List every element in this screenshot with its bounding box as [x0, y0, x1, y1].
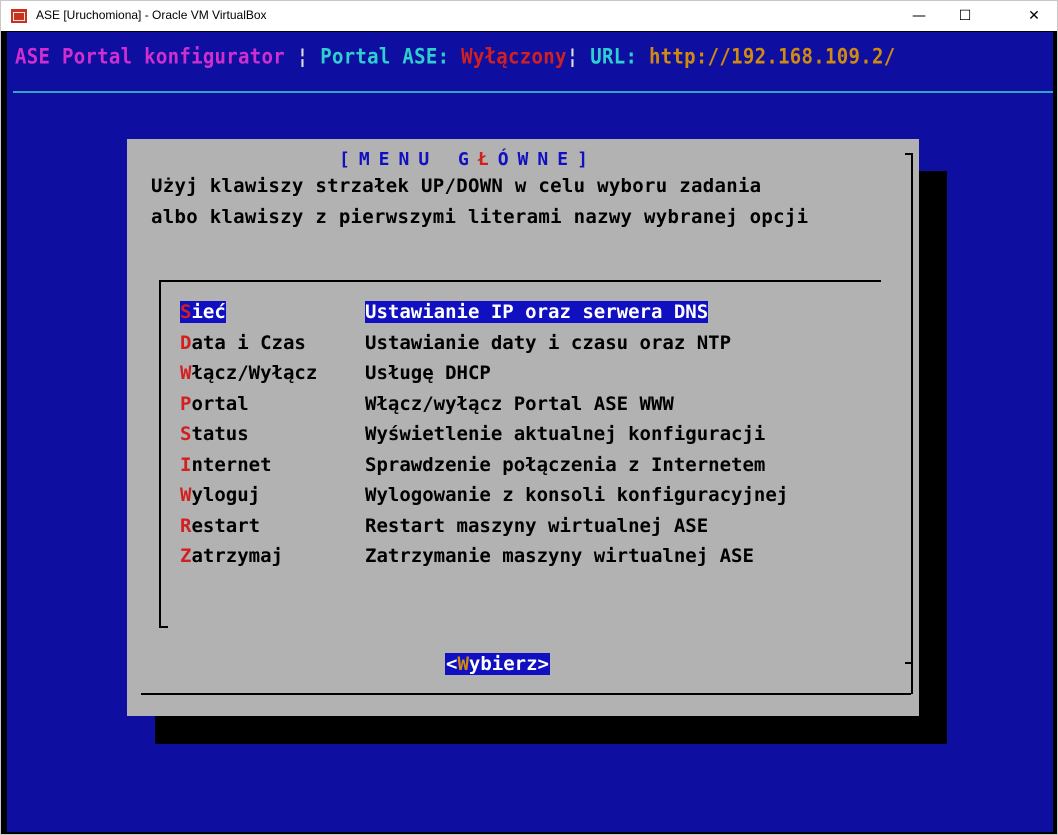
menu-item-description: Usługę DHCP	[365, 362, 491, 384]
url-label: URL:	[590, 45, 649, 70]
menu-hotkey: S	[180, 301, 192, 323]
portal-state: Wyłączony	[461, 45, 567, 70]
instruction-line-1: Użyj klawiszy strzałek UP/DOWN w celu wy…	[151, 175, 762, 197]
menu-item-portal[interactable]: Portal Włącz/wyłącz Portal ASE WWW	[180, 393, 840, 424]
select-button[interactable]: <Wybierz>	[445, 653, 550, 675]
menu-item-label: yloguj	[191, 484, 261, 506]
menu-item-description: Restart maszyny wirtualnej ASE	[365, 514, 709, 537]
title-bar[interactable]: ASE [Uruchomiona] - Oracle VM VirtualBox…	[1, 1, 1057, 31]
menu-item-label: ata i Czas	[191, 331, 306, 354]
portal-url: http://192.168.109.2/	[648, 45, 896, 70]
menu-item-description: Zatrzymanie maszyny wirtualnej ASE	[365, 545, 754, 567]
virtualbox-icon	[11, 9, 27, 23]
main-menu-dialog: [MENU GŁÓWNE] Użyj klawiszy strzałek UP/…	[127, 139, 919, 716]
minimize-icon: —	[912, 8, 926, 24]
vm-console-screen[interactable]: ASE Portal konfigurator ¦ Portal ASE: Wy…	[7, 32, 1053, 832]
menu-item-label: estart	[191, 514, 261, 537]
menu-item-description: Ustawianie daty i czasu oraz NTP	[365, 331, 732, 354]
instruction-line-2: albo klawiszy z pierwszymi literami nazw…	[151, 206, 809, 228]
dialog-title: [MENU GŁÓWNE]	[339, 149, 597, 170]
menu-item-internet[interactable]: Internet Sprawdzenie połączenia z Intern…	[180, 454, 840, 485]
menu-hotkey: S	[180, 423, 192, 445]
menu-hotkey: R	[180, 514, 192, 537]
dialog-bottom-border	[141, 693, 911, 695]
dialog-right-border	[911, 153, 913, 694]
status-divider	[13, 91, 1053, 93]
menu-item-label: ieć	[191, 301, 226, 323]
close-icon: ✕	[1028, 8, 1040, 24]
maximize-icon: ☐	[958, 8, 972, 24]
menu-item-status[interactable]: Status Wyświetlenie aktualnej konfigurac…	[180, 423, 840, 454]
menu-item-label: łącz/Wyłącz	[191, 362, 318, 384]
minimize-button[interactable]: —	[896, 1, 942, 31]
menu-frame-top	[159, 280, 881, 282]
close-button[interactable]: ✕	[1011, 1, 1057, 31]
separator: ¦	[285, 45, 321, 70]
menu-hotkey: Z	[180, 545, 192, 567]
menu-list: Sieć Ustawianie IP oraz serwera DNS Data…	[180, 301, 840, 576]
virtualbox-window: ASE [Uruchomiona] - Oracle VM VirtualBox…	[0, 0, 1058, 835]
menu-hotkey: W	[180, 362, 192, 384]
menu-frame-left	[159, 280, 161, 628]
menu-item-description: Włącz/wyłącz Portal ASE WWW	[365, 392, 674, 415]
status-line: ASE Portal konfigurator ¦ Portal ASE: Wy…	[15, 45, 895, 69]
menu-item-wlacz-wylacz[interactable]: Włącz/Wyłącz Usługę DHCP	[180, 362, 840, 393]
menu-frame-right-tick	[905, 662, 913, 664]
menu-hotkey: D	[180, 331, 192, 354]
menu-hotkey: P	[180, 392, 192, 415]
menu-item-siec[interactable]: Sieć Ustawianie IP oraz serwera DNS	[180, 301, 840, 332]
menu-item-description: Sprawdzenie połączenia z Internetem	[365, 453, 766, 476]
menu-item-description: Wyświetlenie aktualnej konfiguracji	[365, 423, 766, 445]
window-title: ASE [Uruchomiona] - Oracle VM VirtualBox	[36, 8, 267, 22]
menu-hotkey: W	[180, 484, 192, 506]
menu-item-data-i-czas[interactable]: Data i Czas Ustawianie daty i czasu oraz…	[180, 332, 840, 363]
menu-item-restart[interactable]: Restart Restart maszyny wirtualnej ASE	[180, 515, 840, 546]
menu-frame-bottom-left	[159, 626, 168, 628]
menu-item-label: ortal	[191, 392, 249, 415]
menu-item-label: tatus	[191, 423, 249, 445]
app-name: ASE Portal konfigurator	[15, 45, 285, 70]
menu-item-description: Wylogowanie z konsoli konfiguracyjnej	[365, 484, 789, 506]
menu-item-wyloguj[interactable]: Wyloguj Wylogowanie z konsoli konfigurac…	[180, 484, 840, 515]
menu-item-zatrzymaj[interactable]: Zatrzymaj Zatrzymanie maszyny wirtualnej…	[180, 545, 840, 576]
menu-item-label: atrzymaj	[191, 545, 283, 567]
menu-hotkey: I	[180, 453, 192, 476]
portal-label: Portal ASE:	[320, 45, 462, 70]
menu-item-label: nternet	[191, 453, 272, 476]
separator: ¦	[566, 45, 591, 70]
dialog-top-right-corner	[905, 153, 913, 155]
maximize-button[interactable]: ☐	[942, 1, 988, 31]
menu-item-description: Ustawianie IP oraz serwera DNS	[365, 301, 709, 323]
